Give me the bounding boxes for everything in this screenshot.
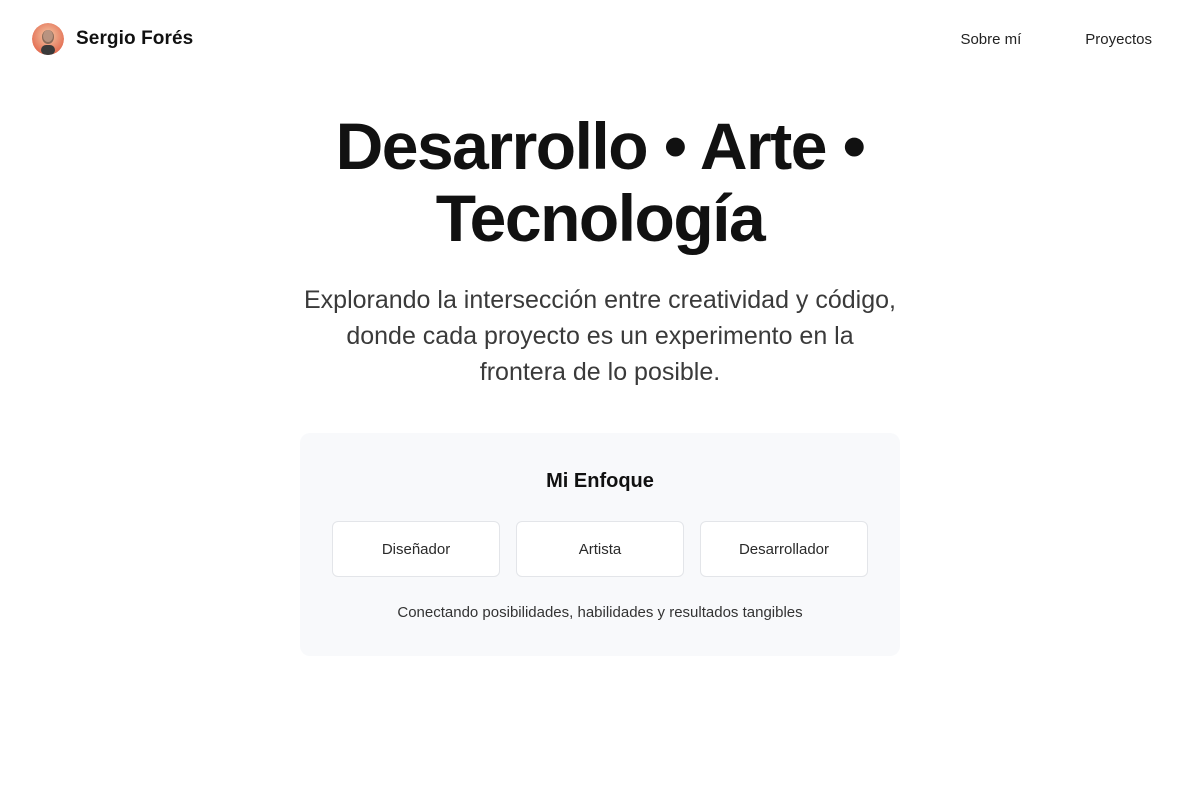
role-designer[interactable]: Diseñador xyxy=(332,521,500,577)
site-header: Sergio Forés Sobre mí Proyectos xyxy=(0,0,1200,78)
role-artist[interactable]: Artista xyxy=(516,521,684,577)
nav-link-projects[interactable]: Proyectos xyxy=(1085,31,1152,48)
avatar xyxy=(32,23,64,55)
hero-title: Desarrollo • Arte • Tecnología xyxy=(335,109,866,255)
profile-photo-icon xyxy=(32,23,64,55)
roles-list: Diseñador Artista Desarrollador xyxy=(332,521,868,577)
nav-link-about[interactable]: Sobre mí xyxy=(960,31,1021,48)
approach-card: Mi Enfoque Diseñador Artista Desarrollad… xyxy=(300,433,900,656)
approach-caption: Conectando posibilidades, habilidades y … xyxy=(397,604,803,621)
brand-name: Sergio Forés xyxy=(76,28,194,49)
brand-link[interactable]: Sergio Forés xyxy=(32,23,193,55)
hero-subtitle: Explorando la intersección entre creativ… xyxy=(303,286,896,386)
hero-section: Desarrollo • Arte • Tecnología Explorand… xyxy=(0,110,1200,390)
role-developer[interactable]: Desarrollador xyxy=(700,521,868,577)
main-nav: Sobre mí Proyectos xyxy=(960,31,1152,48)
approach-title: Mi Enfoque xyxy=(546,470,654,492)
